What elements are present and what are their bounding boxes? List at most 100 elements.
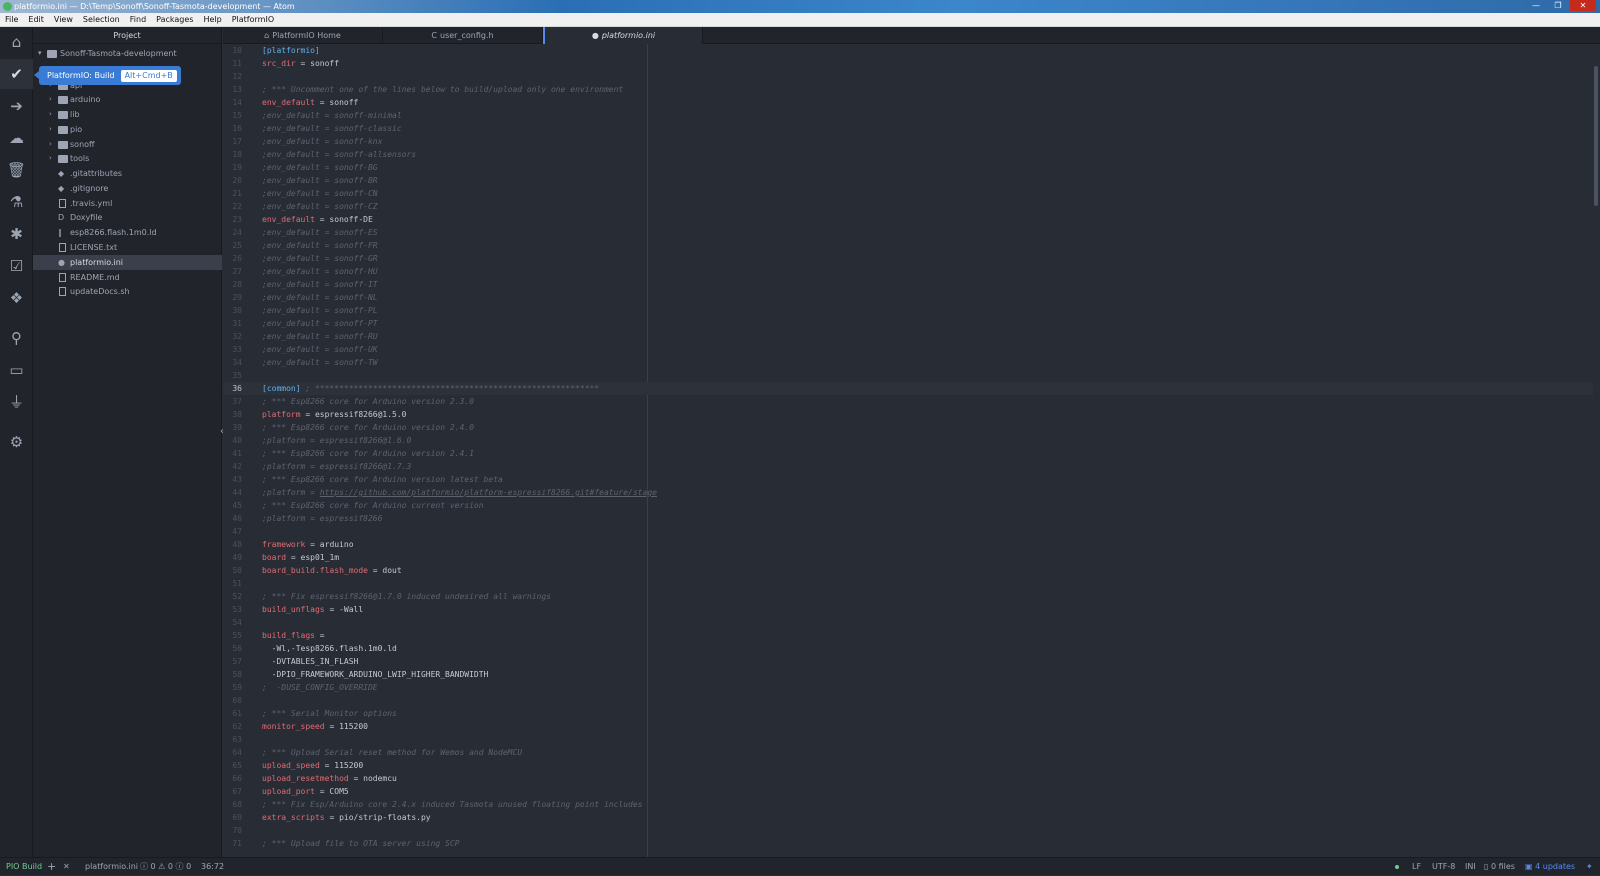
code-line[interactable]: 60	[223, 694, 1593, 707]
code-line[interactable]: 62 monitor_speed = 115200	[223, 720, 1593, 733]
terminal-icon[interactable]: ▭	[0, 355, 33, 385]
tree-file-travis[interactable]: .travis.yml	[33, 196, 222, 211]
code-line[interactable]: 45 ; *** Esp8266 core for Arduino current…	[223, 499, 1593, 512]
trash-clean-icon[interactable]: 🗑	[0, 155, 33, 185]
code-line[interactable]: 27 ;env_default = sonoff-HU	[223, 265, 1593, 278]
code-line[interactable]: 48 framework = arduino	[223, 538, 1593, 551]
code-line[interactable]: 19 ;env_default = sonoff-BG	[223, 161, 1593, 174]
code-line[interactable]: 70	[223, 824, 1593, 837]
code-line[interactable]: 51	[223, 577, 1593, 590]
code-line[interactable]: 53 build_unflags = -Wall	[223, 603, 1593, 616]
settings-gear-icon[interactable]: ⚙	[0, 427, 33, 457]
menu-platformio[interactable]: PlatformIO	[231, 13, 275, 26]
code-line[interactable]: 54	[223, 616, 1593, 629]
code-line[interactable]: 44 ;platform = https://github.com/platfor…	[223, 486, 1593, 499]
code-line[interactable]: 15 ;env_default = sonoff-minimal	[223, 109, 1593, 122]
editor-scrollbar[interactable]	[1594, 66, 1598, 206]
menu-help[interactable]: Help	[202, 13, 222, 26]
menu-packages[interactable]: Packages	[155, 13, 194, 26]
code-line[interactable]: 24 ;env_default = sonoff-ES	[223, 226, 1593, 239]
code-line[interactable]: 33 ;env_default = sonoff-UK	[223, 343, 1593, 356]
flask-test-icon[interactable]: ⚗	[0, 187, 33, 217]
twitter-icon[interactable]: ✦	[1586, 858, 1593, 876]
code-line[interactable]: 14 env_default = sonoff	[223, 96, 1593, 109]
close-terminal-icon[interactable]: ✕	[63, 858, 70, 876]
code-line[interactable]: 11 src_dir = sonoff	[223, 57, 1593, 70]
code-line[interactable]: 59 ; -DUSE_CONFIG_OVERRIDE	[223, 681, 1593, 694]
menu-find[interactable]: Find	[129, 13, 147, 26]
menu-edit[interactable]: Edit	[27, 13, 45, 26]
code-line[interactable]: 49 board = esp01_1m	[223, 551, 1593, 564]
status-cursor-position[interactable]: 36:72	[201, 858, 224, 876]
tree-folder-pio[interactable]: › pio	[33, 122, 222, 137]
add-terminal-icon[interactable]: +	[47, 858, 56, 876]
code-line[interactable]: 16 ;env_default = sonoff-classic	[223, 122, 1593, 135]
bug-debug-icon[interactable]: ✱	[0, 219, 33, 249]
code-line[interactable]: 10 [platformio]	[223, 44, 1593, 57]
code-line[interactable]: 31 ;env_default = sonoff-PT	[223, 317, 1593, 330]
menu-view[interactable]: View	[53, 13, 74, 26]
code-line[interactable]: 47	[223, 525, 1593, 538]
tree-folder-sonoff[interactable]: › sonoff	[33, 137, 222, 152]
code-line[interactable]: 35	[223, 369, 1593, 382]
code-line[interactable]: 68 ; *** Fix Esp/Arduino core 2.4.x induc…	[223, 798, 1593, 811]
tree-folder-lib[interactable]: › lib	[33, 107, 222, 122]
tree-file-readme[interactable]: README.md	[33, 270, 222, 285]
code-line[interactable]: 18 ;env_default = sonoff-allsensors	[223, 148, 1593, 161]
serial-monitor-icon[interactable]: ❖	[0, 283, 33, 313]
maximize-button[interactable]: ❐	[1548, 0, 1568, 11]
code-line[interactable]: 66 upload_resetmethod = nodemcu	[223, 772, 1593, 785]
code-line[interactable]: 21 ;env_default = sonoff-CN	[223, 187, 1593, 200]
close-window-button[interactable]: ✕	[1570, 0, 1596, 11]
code-line[interactable]: 40 ;platform = espressif8266@1.6.0	[223, 434, 1593, 447]
code-line[interactable]: 65 upload_speed = 115200	[223, 759, 1593, 772]
menu-file[interactable]: File	[4, 13, 19, 26]
tree-file-license[interactable]: LICENSE.txt	[33, 240, 222, 255]
status-files[interactable]: ▯ 0 files	[1484, 858, 1515, 876]
code-line[interactable]: 55 build_flags =	[223, 629, 1593, 642]
code-line[interactable]: 63	[223, 733, 1593, 746]
code-line[interactable]: 39 ; *** Esp8266 core for Arduino version…	[223, 421, 1593, 434]
url-link[interactable]: https://github.com/platformio/platform-e…	[320, 488, 657, 497]
code-line[interactable]: 56 -Wl,-Tesp8266.flash.1m0.ld	[223, 642, 1593, 655]
code-line[interactable]: 43 ; *** Esp8266 core for Arduino version…	[223, 473, 1593, 486]
code-line[interactable]: 37 ; *** Esp8266 core for Arduino version…	[223, 395, 1593, 408]
pio-build-terminal-tab[interactable]: PIO Build	[6, 858, 42, 876]
task-list-icon[interactable]: ☑	[0, 251, 33, 281]
code-line[interactable]: 46 ;platform = espressif8266	[223, 512, 1593, 525]
tree-file-gitattributes[interactable]: ◆ .gitattributes	[33, 166, 222, 181]
code-line[interactable]: 29 ;env_default = sonoff-NL	[223, 291, 1593, 304]
code-line[interactable]: 52 ; *** Fix espressif8266@1.7.0 induced …	[223, 590, 1593, 603]
status-grammar[interactable]: INI	[1465, 858, 1476, 876]
tab-platformio-home[interactable]: ⌂ PlatformIO Home	[223, 27, 383, 44]
tree-folder-tools[interactable]: › tools	[33, 151, 222, 166]
code-line[interactable]: 25 ;env_default = sonoff-FR	[223, 239, 1593, 252]
code-line[interactable]: 12	[223, 70, 1593, 83]
code-line[interactable]: 28 ;env_default = sonoff-IT	[223, 278, 1593, 291]
code-line[interactable]: 13 ; *** Uncomment one of the lines below…	[223, 83, 1593, 96]
tree-file-linker[interactable]: ‖ esp8266.flash.1m0.ld	[33, 225, 222, 240]
code-line[interactable]: 20 ;env_default = sonoff-BR	[223, 174, 1593, 187]
code-line[interactable]: 41 ; *** Esp8266 core for Arduino version…	[223, 447, 1593, 460]
menu-selection[interactable]: Selection	[82, 13, 121, 26]
code-line[interactable]: 67 upload_port = COM5	[223, 785, 1593, 798]
code-line[interactable]: 36 [common] ; ***************************…	[223, 382, 1593, 395]
code-line[interactable]: 22 ;env_default = sonoff-CZ	[223, 200, 1593, 213]
search-icon[interactable]: ⚲	[0, 323, 33, 353]
code-line[interactable]: 32 ;env_default = sonoff-RU	[223, 330, 1593, 343]
code-line[interactable]: 42 ;platform = espressif8266@1.7.3	[223, 460, 1593, 473]
code-line[interactable]: 23 env_default = sonoff-DE	[223, 213, 1593, 226]
code-line[interactable]: 69 extra_scripts = pio/strip-floats.py	[223, 811, 1593, 824]
tab-platformio-ini[interactable]: ● platformio.ini	[543, 27, 703, 44]
status-encoding[interactable]: UTF-8	[1432, 858, 1455, 876]
code-line[interactable]: 57 -DVTABLES_IN_FLASH	[223, 655, 1593, 668]
code-line[interactable]: 34 ;env_default = sonoff-TW	[223, 356, 1593, 369]
code-line[interactable]: 71 ; *** Upload file to OTA server using …	[223, 837, 1593, 850]
code-editor[interactable]: 10 [platformio] 11 src_dir = sonoff 12 13 ; **…	[223, 44, 1600, 857]
code-line[interactable]: 64 ; *** Upload Serial reset method for W…	[223, 746, 1593, 759]
code-line[interactable]: 38 platform = espressif8266@1.5.0	[223, 408, 1593, 421]
status-updates[interactable]: ▣ 4 updates	[1525, 858, 1575, 876]
cloud-upload-icon[interactable]: ☁	[0, 123, 33, 153]
tab-user-config[interactable]: Cuser_config.h	[383, 27, 543, 44]
tree-file-updatedocs[interactable]: updateDocs.sh	[33, 284, 222, 299]
